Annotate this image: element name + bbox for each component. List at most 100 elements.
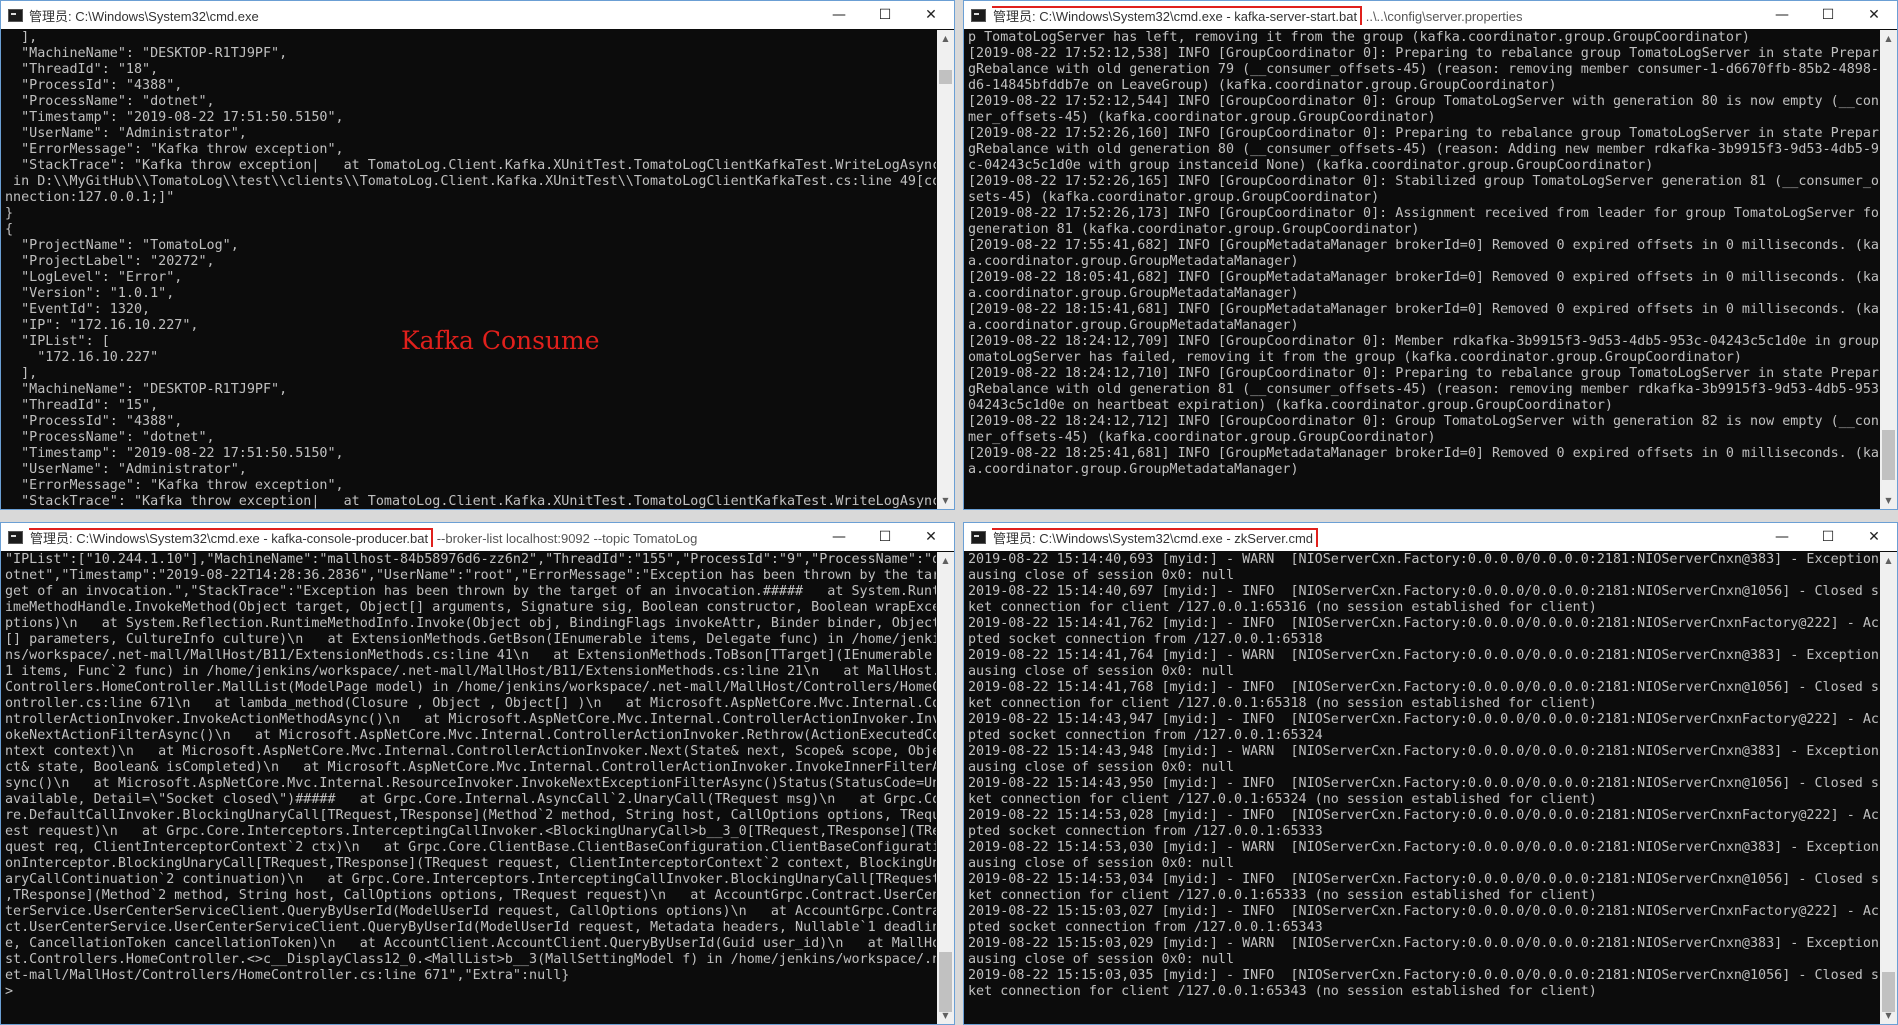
console-line: 2019-08-22 15:14:41,764 [myid:] - WARN [… (968, 648, 1879, 663)
console-line: generation 81 (kafka.coordinator.group.G… (968, 222, 1420, 237)
close-button[interactable]: ✕ (1851, 523, 1897, 551)
console-line: terService.UserCenterServiceClient.Query… (5, 904, 936, 919)
console-line: ], (5, 30, 38, 45)
scroll-up-icon[interactable]: ▲ (1880, 30, 1897, 47)
title-bar[interactable]: 管理员: C:\Windows\System32\cmd.exe — ☐ ✕ (1, 1, 954, 29)
close-button[interactable]: ✕ (908, 1, 954, 29)
close-button[interactable]: ✕ (908, 523, 954, 551)
console-line: ontroller.cs:line 671\n at lambda_method… (5, 696, 936, 711)
console-line: [2019-08-22 18:24:12,710] INFO [GroupCoo… (968, 366, 1879, 381)
console-line: [2019-08-22 18:15:41,681] INFO [GroupMet… (968, 302, 1879, 317)
console-line: "IPList":["10.244.1.10"],"MachineName":"… (5, 552, 936, 567)
console-line: [2019-08-22 17:52:26,160] INFO [GroupCoo… (968, 126, 1879, 141)
console-line: 2019-08-22 15:14:53,034 [myid:] - INFO [… (968, 872, 1879, 887)
console-line: ], (5, 366, 38, 381)
vertical-scrollbar[interactable]: ▲ ▼ (1880, 552, 1897, 1024)
console-line: et-mall/MallHost/Controllers/HomeControl… (5, 968, 570, 983)
console-line: a.coordinator.group.GroupMetadataManager… (968, 462, 1299, 477)
scroll-thumb[interactable] (939, 952, 952, 1012)
console-output[interactable]: "IPList":["10.244.1.10"],"MachineName":"… (1, 552, 936, 1024)
console-line: [2019-08-22 17:52:26,173] INFO [GroupCoo… (968, 206, 1879, 221)
console-line: ct.UserCenterService.UserCenterServiceCl… (5, 920, 936, 935)
scroll-thumb[interactable] (1882, 430, 1895, 480)
console-line: pted socket connection from /127.0.0.1:6… (968, 728, 1323, 743)
console-line: p TomatoLogServer has left, removing it … (968, 30, 1750, 45)
console-line: pted socket connection from /127.0.0.1:6… (968, 632, 1323, 647)
vertical-scrollbar[interactable]: ▲ ▼ (937, 552, 954, 1024)
vertical-scrollbar[interactable]: ▲ ▼ (1880, 30, 1897, 509)
console-line: gRebalance with old generation 79 (__con… (968, 62, 1879, 77)
console-line: [2019-08-22 18:24:12,709] INFO [GroupCoo… (968, 334, 1879, 349)
console-line: "ThreadId": "18", (5, 62, 159, 77)
console-line: c-04243c5c1d0e with group instanceid Non… (968, 158, 1654, 173)
console-line: "ProjectName": "TomatoLog", (5, 238, 239, 253)
consumer-console-window[interactable]: 管理员: C:\Windows\System32\cmd.exe — ☐ ✕ ]… (0, 0, 955, 510)
console-line: "MachineName": "DESKTOP-R1TJ9PF", (5, 46, 288, 61)
close-button[interactable]: ✕ (1851, 1, 1897, 29)
console-line: e, CancellationToken cancellationToken)\… (5, 936, 936, 951)
minimize-button[interactable]: — (816, 1, 862, 29)
console-line: "LogLevel": "Error", (5, 270, 183, 285)
maximize-button[interactable]: ☐ (1805, 1, 1851, 29)
console-line: 2019-08-22 15:14:43,950 [myid:] - INFO [… (968, 776, 1879, 791)
console-line: a.coordinator.group.GroupMetadataManager… (968, 286, 1299, 301)
window-title: 管理员: C:\Windows\System32\cmd.exe - zkSer… (992, 527, 1319, 547)
scroll-down-icon[interactable]: ▼ (1880, 1007, 1897, 1024)
scroll-thumb[interactable] (939, 70, 952, 84)
console-line: "ProcessId": "4388", (5, 78, 183, 93)
console-output[interactable]: ], "MachineName": "DESKTOP-R1TJ9PF", "Th… (1, 30, 936, 509)
maximize-button[interactable]: ☐ (862, 523, 908, 551)
console-line: ket connection for client /127.0.0.1:653… (968, 600, 1597, 615)
title-bar[interactable]: 管理员: C:\Windows\System32\cmd.exe - kafka… (1, 523, 954, 551)
console-line: [2019-08-22 18:25:41,681] INFO [GroupMet… (968, 446, 1879, 461)
console-line: [2019-08-22 17:52:12,544] INFO [GroupCoo… (968, 94, 1879, 109)
zookeeper-console-window[interactable]: 管理员: C:\Windows\System32\cmd.exe - zkSer… (963, 522, 1898, 1025)
console-line: ausing close of session 0x0: null (968, 952, 1235, 967)
console-line: "UserName": "Administrator", (5, 462, 247, 477)
console-line: re.DefaultCallInvoker.BlockingUnaryCall[… (5, 808, 936, 823)
console-line: ausing close of session 0x0: null (968, 856, 1235, 871)
console-line: 2019-08-22 15:15:03,027 [myid:] - INFO [… (968, 904, 1879, 919)
console-line: "UserName": "Administrator", (5, 126, 247, 141)
console-line: "Version": "1.0.1", (5, 286, 175, 301)
console-line: 2019-08-22 15:14:53,028 [myid:] - INFO [… (968, 808, 1879, 823)
title-bar[interactable]: 管理员: C:\Windows\System32\cmd.exe - kafka… (964, 1, 1897, 29)
console-line: okeNextActionFilterAsync()\n at Microsof… (5, 728, 936, 743)
console-line: get of an invocation.","StackTrace":"Exc… (5, 584, 936, 599)
console-line: pted socket connection from /127.0.0.1:6… (968, 824, 1323, 839)
console-line: ausing close of session 0x0: null (968, 760, 1235, 775)
title-bar[interactable]: 管理员: C:\Windows\System32\cmd.exe - zkSer… (964, 523, 1897, 551)
console-line: "ThreadId": "15", (5, 398, 159, 413)
scroll-up-icon[interactable]: ▲ (937, 30, 954, 47)
scroll-down-icon[interactable]: ▼ (937, 492, 954, 509)
minimize-button[interactable]: — (816, 523, 862, 551)
scroll-down-icon[interactable]: ▼ (937, 1007, 954, 1024)
scroll-up-icon[interactable]: ▲ (937, 552, 954, 569)
highlighted-title: 管理员: C:\Windows\System32\cmd.exe - kafka… (29, 527, 434, 547)
console-line: otnet","Timestamp":"2019-08-22T14:28:36.… (5, 568, 936, 583)
console-line: aryCallContinuation`2 continuation)\n at… (5, 872, 936, 887)
console-line: ket connection for client /127.0.0.1:653… (968, 984, 1597, 999)
console-line: ket connection for client /127.0.0.1:653… (968, 696, 1597, 711)
maximize-button[interactable]: ☐ (1805, 523, 1851, 551)
scroll-up-icon[interactable]: ▲ (1880, 552, 1897, 569)
cmd-icon (971, 8, 986, 22)
producer-console-window[interactable]: 管理员: C:\Windows\System32\cmd.exe - kafka… (0, 522, 955, 1025)
console-output[interactable]: 2019-08-22 15:14:40,693 [myid:] - WARN [… (964, 552, 1879, 1024)
minimize-button[interactable]: — (1759, 1, 1805, 29)
console-line: "ErrorMessage": "Kafka throw exception", (5, 478, 344, 493)
console-line: > (5, 984, 14, 999)
scroll-thumb[interactable] (1882, 972, 1895, 1012)
kafka-server-console-window[interactable]: 管理员: C:\Windows\System32\cmd.exe - kafka… (963, 0, 1898, 510)
console-line: [2019-08-22 17:52:12,538] INFO [GroupCoo… (968, 46, 1879, 61)
minimize-button[interactable]: — (1759, 523, 1805, 551)
maximize-button[interactable]: ☐ (862, 1, 908, 29)
console-line: [2019-08-22 18:05:41,682] INFO [GroupMet… (968, 270, 1879, 285)
console-output[interactable]: p TomatoLogServer has left, removing it … (964, 30, 1879, 509)
console-line: ptions)\n at System.Reflection.RuntimeMe… (5, 616, 936, 631)
highlighted-title: 管理员: C:\Windows\System32\cmd.exe - kafka… (992, 5, 1363, 25)
console-line: 2019-08-22 15:15:03,035 [myid:] - INFO [… (968, 968, 1879, 983)
scroll-down-icon[interactable]: ▼ (1880, 492, 1897, 509)
console-line: 2019-08-22 15:14:41,762 [myid:] - INFO [… (968, 616, 1879, 631)
vertical-scrollbar[interactable]: ▲ ▼ (937, 30, 954, 509)
